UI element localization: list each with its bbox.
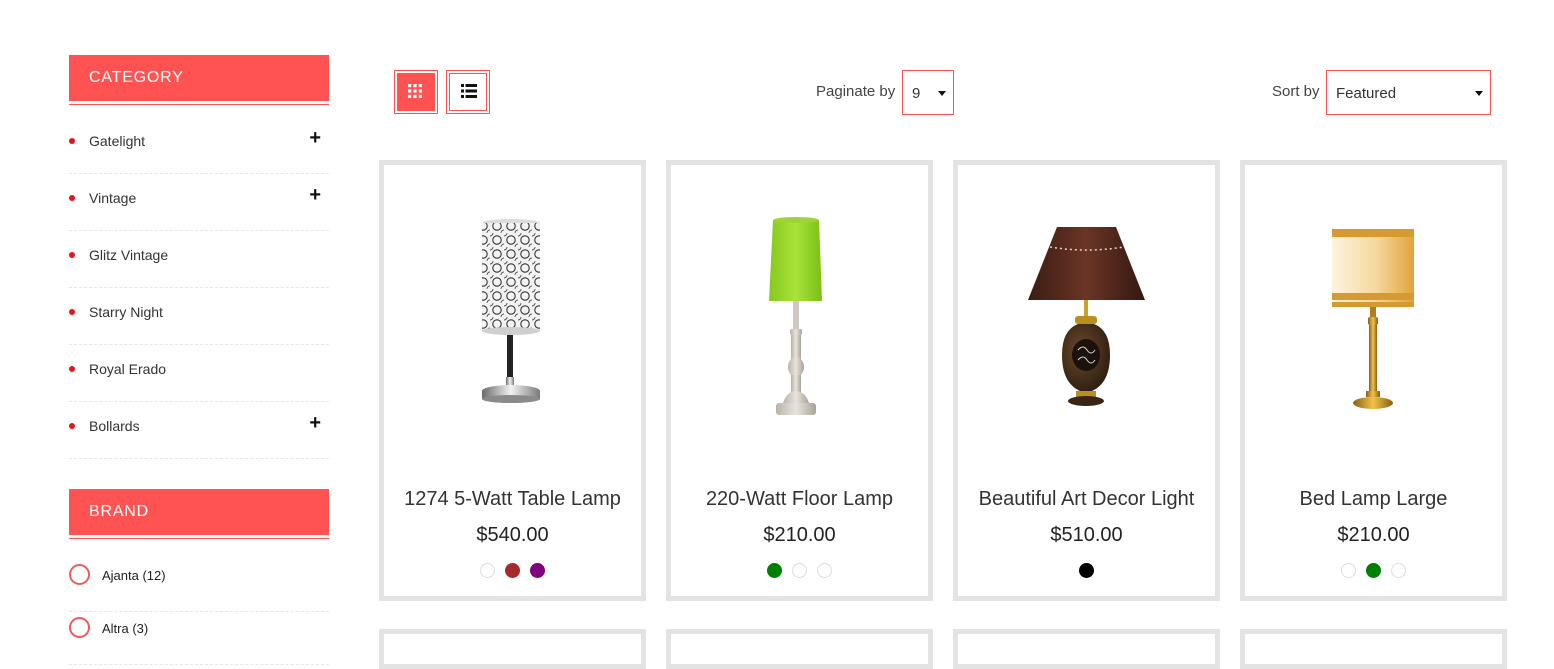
decor-lamp-brown-image[interactable] [1008, 205, 1165, 430]
bed-lamp-gold-image[interactable] [1295, 205, 1452, 430]
expand-plus-icon[interactable]: + [309, 412, 321, 435]
grid-view-button[interactable] [394, 70, 438, 114]
swatch-white[interactable] [792, 563, 807, 578]
swatch-white[interactable] [480, 563, 495, 578]
caret-down-icon [938, 91, 946, 96]
category-label[interactable]: Gatelight [89, 133, 145, 149]
product-price: $540.00 [476, 524, 549, 546]
paginate-value: 9 [912, 85, 921, 102]
product-title[interactable]: Beautiful Art Decor Light [958, 488, 1215, 511]
product-card[interactable] [953, 629, 1220, 669]
category-item-bollards[interactable]: Bollards + [69, 402, 329, 459]
list-icon [461, 84, 477, 98]
category-heading: CATEGORY [69, 55, 329, 105]
category-item-vintage[interactable]: Vintage + [69, 174, 329, 231]
brand-label[interactable]: Ajanta (12) [102, 568, 166, 583]
product-toolbar: Paginate by 9 Sort by Featured [394, 70, 1491, 115]
product-title[interactable]: Bed Lamp Large [1245, 488, 1502, 511]
brand-label[interactable]: Altra (3) [102, 621, 148, 636]
category-heading-label: CATEGORY [89, 69, 184, 86]
list-view-button[interactable] [446, 70, 490, 114]
grid-icon [408, 84, 422, 98]
category-item-glitz-vintage[interactable]: Glitz Vintage [69, 231, 329, 288]
product-title[interactable]: 220-Watt Floor Lamp [671, 488, 928, 511]
product-card[interactable]: Bed Lamp Large $210.00 [1240, 160, 1507, 601]
category-item-starry-night[interactable]: Starry Night [69, 288, 329, 345]
brand-item-ajanta[interactable]: Ajanta (12) [69, 559, 329, 612]
bullet-icon [69, 423, 75, 429]
category-label[interactable]: Starry Night [89, 304, 163, 320]
bullet-icon [69, 252, 75, 258]
swatch-black[interactable] [1079, 563, 1094, 578]
paginate-select[interactable]: 9 [902, 70, 954, 115]
product-price: $510.00 [1050, 524, 1123, 546]
product-card[interactable]: 220-Watt Floor Lamp $210.00 [666, 160, 933, 601]
expand-plus-icon[interactable]: + [309, 127, 321, 150]
product-card[interactable]: 1274 5-Watt Table Lamp $540.00 [379, 160, 646, 601]
category-item-royal-erado[interactable]: Royal Erado [69, 345, 329, 402]
color-swatches [1245, 563, 1502, 578]
color-swatches [958, 563, 1215, 578]
swatch-brown[interactable] [505, 563, 520, 578]
product-card[interactable] [379, 629, 646, 669]
brand-list: Ajanta (12) Altra (3) [69, 559, 329, 665]
color-swatches [671, 563, 928, 578]
category-list: Gatelight + Vintage + Glitz Vintage Star… [69, 117, 329, 459]
product-card[interactable] [1240, 629, 1507, 669]
bullet-icon [69, 195, 75, 201]
radio-circle-icon[interactable] [69, 617, 90, 638]
brand-heading-label: BRAND [89, 503, 150, 520]
product-card[interactable] [666, 629, 933, 669]
swatch-purple[interactable] [530, 563, 545, 578]
table-lamp-patterned-image[interactable] [434, 205, 591, 430]
bullet-icon [69, 366, 75, 372]
product-title[interactable]: 1274 5-Watt Table Lamp [384, 488, 641, 511]
expand-plus-icon[interactable]: + [309, 184, 321, 207]
category-item-gatelight[interactable]: Gatelight + [69, 117, 329, 174]
brand-heading: BRAND [69, 489, 329, 539]
swatch-white[interactable] [1391, 563, 1406, 578]
radio-circle-icon[interactable] [69, 564, 90, 585]
swatch-green[interactable] [1366, 563, 1381, 578]
sort-value: Featured [1336, 85, 1397, 102]
category-label[interactable]: Bollards [89, 418, 140, 434]
color-swatches [384, 563, 641, 578]
category-label[interactable]: Vintage [89, 190, 136, 206]
swatch-white[interactable] [817, 563, 832, 578]
bullet-icon [69, 309, 75, 315]
category-label[interactable]: Royal Erado [89, 361, 166, 377]
sort-label: Sort by [1272, 83, 1320, 100]
paginate-label: Paginate by [816, 83, 896, 100]
sort-select[interactable]: Featured [1326, 70, 1491, 115]
sidebar: CATEGORY Gatelight + Vintage + Glitz Vin… [69, 55, 329, 665]
product-card[interactable]: Beautiful Art Decor Light $510.00 [953, 160, 1220, 601]
bullet-icon [69, 138, 75, 144]
swatch-white[interactable] [1341, 563, 1356, 578]
swatch-green[interactable] [767, 563, 782, 578]
brand-item-altra[interactable]: Altra (3) [69, 612, 329, 665]
floor-lamp-green-image[interactable] [721, 205, 878, 430]
product-price: $210.00 [763, 524, 836, 546]
category-label[interactable]: Glitz Vintage [89, 247, 168, 263]
caret-down-icon [1475, 91, 1483, 96]
product-price: $210.00 [1337, 524, 1410, 546]
